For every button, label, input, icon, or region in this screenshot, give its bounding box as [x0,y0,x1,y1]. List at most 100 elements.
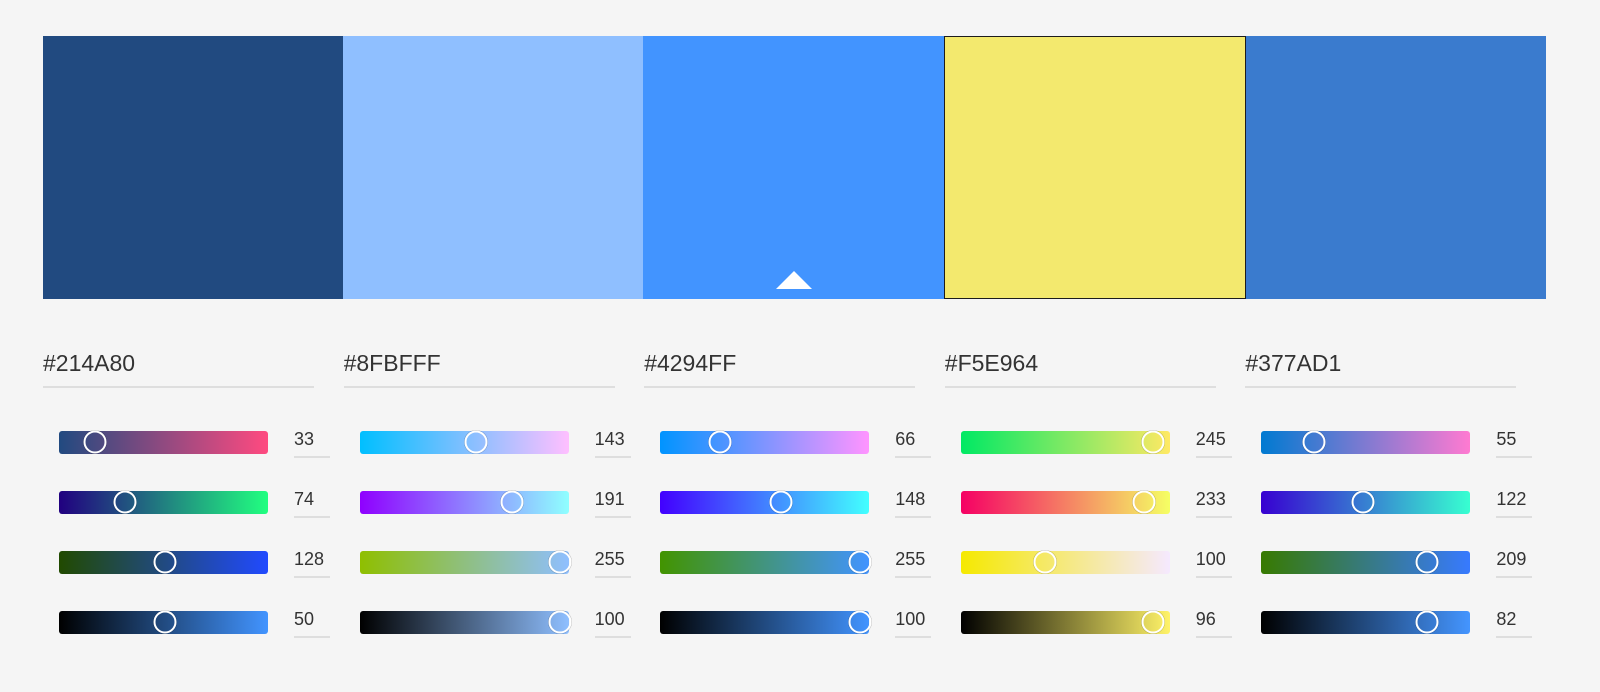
channel-sliders [344,412,645,652]
green-slider-track[interactable] [960,490,1170,514]
brightness-slider-track[interactable] [359,610,572,634]
color-swatch-3[interactable] [643,36,944,299]
red-slider-handle[interactable] [708,430,732,454]
color-column-2 [343,346,645,652]
color-controls [43,346,1546,652]
hex-input[interactable] [644,346,916,388]
color-swatch-1[interactable] [43,36,344,299]
blue-slider-handle[interactable] [1033,550,1057,574]
red-slider-handle[interactable] [464,430,488,454]
green-value-input[interactable] [895,486,932,518]
brightness-slider-track[interactable] [960,610,1170,634]
color-column-4 [944,346,1246,652]
green-slider-row [660,472,945,532]
brightness-value-input[interactable] [1195,606,1232,638]
blue-slider-handle[interactable] [1415,550,1439,574]
green-slider-row [960,472,1246,532]
red-slider-handle[interactable] [1302,430,1326,454]
blue-value-input[interactable] [895,546,932,578]
brightness-value-input[interactable] [594,606,631,638]
channel-sliders [43,412,344,652]
red-slider-handle[interactable] [1141,430,1165,454]
green-slider-row [359,472,645,532]
green-value-input[interactable] [1195,486,1232,518]
red-value-input[interactable] [1496,426,1533,458]
blue-slider-track[interactable] [59,550,268,574]
blue-slider-track[interactable] [960,550,1170,574]
brightness-slider-handle[interactable] [548,610,572,634]
brightness-slider-row [660,592,945,652]
brightness-value-input[interactable] [1496,606,1533,638]
red-slider-row [660,412,945,472]
green-slider-handle[interactable] [1132,490,1156,514]
green-slider-handle[interactable] [769,490,793,514]
color-swatch-2[interactable] [343,36,644,299]
color-swatch-5[interactable] [1245,36,1547,299]
green-slider-handle[interactable] [1351,490,1375,514]
red-slider-track[interactable] [1261,430,1471,454]
green-value-input[interactable] [294,486,330,518]
blue-slider-handle[interactable] [848,550,872,574]
red-slider-row [960,412,1246,472]
blue-slider-row [660,532,945,592]
green-value-input[interactable] [594,486,631,518]
color-column-5 [1245,346,1546,652]
green-slider-track[interactable] [359,490,569,514]
red-slider-row [359,412,645,472]
green-slider-track[interactable] [660,490,870,514]
brightness-value-input[interactable] [294,606,330,638]
blue-slider-row [359,532,645,592]
hex-input[interactable] [343,346,615,388]
red-value-input[interactable] [1195,426,1232,458]
red-slider-track[interactable] [960,430,1170,454]
brightness-value-input[interactable] [895,606,932,638]
hex-input[interactable] [944,346,1216,388]
color-column-1 [43,346,344,652]
blue-slider-track[interactable] [660,550,872,574]
blue-value-input[interactable] [594,546,631,578]
brightness-slider-track[interactable] [1261,610,1471,634]
red-value-input[interactable] [895,426,932,458]
channel-sliders [945,412,1246,652]
blue-value-input[interactable] [294,546,330,578]
blue-slider-row [960,532,1246,592]
green-slider-track[interactable] [59,490,268,514]
color-swatch-4[interactable] [943,36,1246,299]
blue-slider-track[interactable] [1261,550,1471,574]
red-slider-track[interactable] [59,430,268,454]
hex-input[interactable] [43,346,314,388]
brightness-slider-handle[interactable] [1415,610,1439,634]
brightness-slider-handle[interactable] [153,610,176,634]
blue-value-input[interactable] [1496,546,1533,578]
green-slider-handle[interactable] [500,490,524,514]
palette-swatches [43,36,1547,299]
blue-slider-row [1261,532,1546,592]
active-swatch-caret-icon [775,271,812,289]
blue-slider-handle[interactable] [153,550,176,574]
hex-input[interactable] [1245,346,1517,388]
red-slider-track[interactable] [660,430,870,454]
brightness-slider-handle[interactable] [848,610,872,634]
green-slider-track[interactable] [1261,490,1471,514]
brightness-slider-row [359,592,645,652]
green-value-input[interactable] [1496,486,1533,518]
brightness-slider-track[interactable] [59,610,268,634]
brightness-slider-handle[interactable] [1141,610,1165,634]
brightness-slider-row [960,592,1246,652]
blue-slider-track[interactable] [359,550,572,574]
red-slider-row [1261,412,1546,472]
green-slider-handle[interactable] [113,490,137,514]
red-value-input[interactable] [594,426,631,458]
red-slider-handle[interactable] [83,430,107,454]
red-slider-row [59,412,344,472]
blue-slider-handle[interactable] [548,550,572,574]
channel-sliders [644,412,945,652]
red-slider-track[interactable] [359,430,569,454]
channel-sliders [1245,412,1546,652]
brightness-slider-track[interactable] [660,610,872,634]
blue-value-input[interactable] [1195,546,1232,578]
color-column-3 [644,346,945,652]
red-value-input[interactable] [294,426,330,458]
blue-slider-row [59,532,344,592]
green-slider-row [59,472,344,532]
